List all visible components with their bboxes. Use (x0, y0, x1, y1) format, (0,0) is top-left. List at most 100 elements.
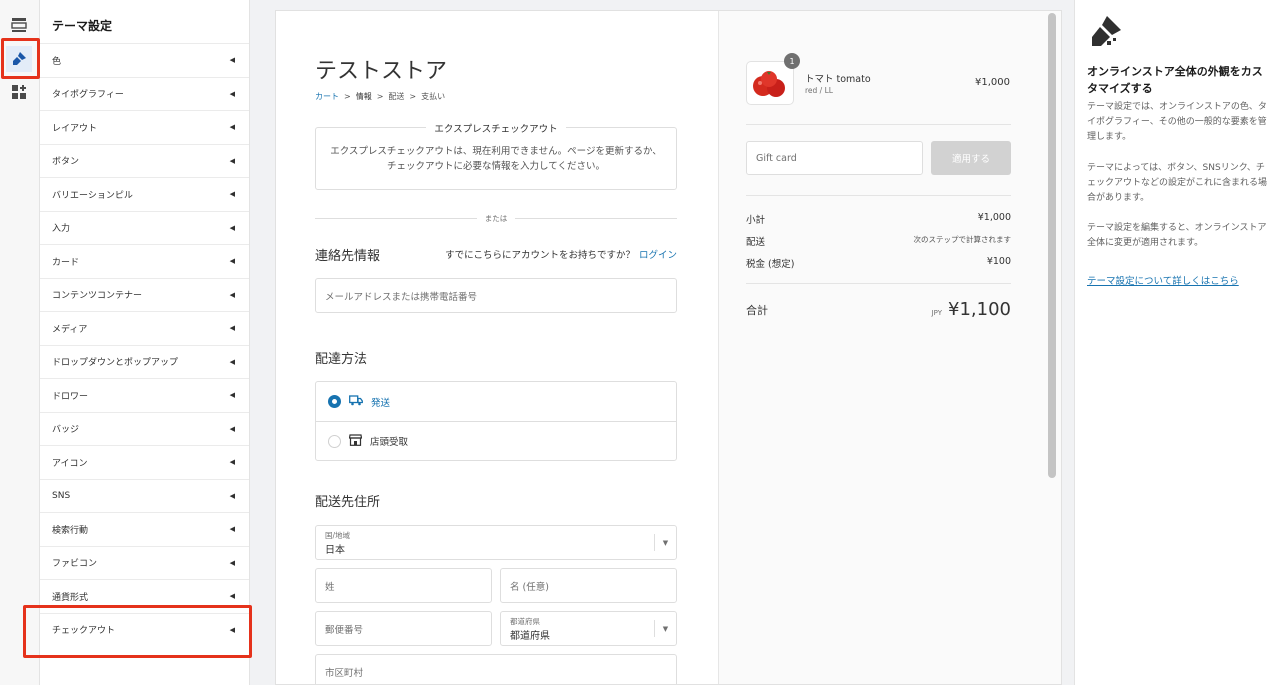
login-link[interactable]: ログイン (639, 250, 677, 261)
radio-selected[interactable] (328, 395, 341, 408)
caret-left-icon: ◀ (229, 592, 235, 601)
preview-scrollbar[interactable] (1048, 13, 1056, 478)
last-name-field[interactable]: 姓 (315, 568, 492, 603)
breadcrumb-payment: 支払い (421, 92, 446, 101)
prefecture-label: 都道府県 (510, 616, 540, 626)
caret-left-icon: ◀ (229, 458, 235, 467)
sidebar-item[interactable]: バリエーションピル ◀ (40, 177, 249, 211)
first-name-field[interactable]: 名 (任意) (500, 568, 677, 603)
sidebar-item-label: SNS (52, 490, 71, 501)
sidebar-item-label: 入力 (52, 224, 71, 235)
shipping-label: 配送 (746, 237, 766, 248)
product-price: ¥1,000 (975, 77, 1010, 88)
caret-left-icon: ◀ (229, 56, 235, 65)
total-row: 合計 JPY ¥1,100 (746, 299, 1011, 320)
divider (746, 283, 1011, 284)
sidebar-item-label: アイコン (52, 458, 88, 469)
sidebar-item-label: 色 (52, 56, 62, 67)
gift-card-field[interactable]: Gift card (746, 141, 923, 175)
delivery-options: 発送 店頭受取 (315, 381, 677, 461)
sidebar-item[interactable]: ボタン ◀ (40, 143, 249, 178)
email-field[interactable]: メールアドレスまたは携帯電話番号 (315, 278, 677, 313)
paint-brush-icon (1087, 14, 1123, 54)
delivery-option-ship[interactable]: 発送 (316, 382, 676, 421)
product-thumbnail: 1 (746, 53, 800, 105)
order-summary: 1 トマト tomato red / LL ¥1,000 Gift card 適… (718, 11, 1061, 684)
breadcrumb-separator-icon: > (344, 92, 351, 101)
sidebar-item[interactable]: ドロップダウンとポップアップ ◀ (40, 344, 249, 379)
store-title: テストストア (315, 59, 448, 84)
city-field[interactable]: 市区町村 (315, 654, 677, 684)
sidebar-item[interactable]: カード ◀ (40, 244, 249, 278)
apply-button[interactable]: 適用する (931, 141, 1011, 175)
sidebar-item[interactable]: 検索行動 ◀ (40, 512, 249, 546)
sidebar-item-label: レイアウト (52, 123, 98, 134)
chevron-down-icon: ▼ (654, 534, 676, 551)
sidebar-item[interactable]: 色 ◀ (40, 43, 249, 77)
divider (746, 124, 1011, 125)
caret-left-icon: ◀ (229, 89, 235, 98)
sidebar-item[interactable]: バッジ ◀ (40, 411, 249, 446)
postal-code-field[interactable]: 郵便番号 (315, 611, 492, 646)
prefecture-select[interactable]: 都道府県 都道府県 ▼ (500, 611, 677, 646)
tax-value: ¥100 (986, 256, 1011, 267)
divider (746, 195, 1011, 196)
caret-left-icon: ◀ (229, 290, 235, 299)
breadcrumb-cart[interactable]: カート (315, 91, 339, 102)
app-blocks-icon[interactable] (6, 79, 32, 105)
address-title: 配送先住所 (315, 495, 381, 510)
country-select[interactable]: 国/地域 日本 ▼ (315, 525, 677, 560)
delivery-option-pickup-label: 店頭受取 (370, 437, 409, 448)
caret-left-icon: ◀ (229, 257, 235, 266)
sections-icon[interactable] (6, 12, 32, 38)
highlight-box-rail (1, 38, 40, 79)
quantity-badge: 1 (784, 53, 800, 69)
sidebar-item[interactable]: コンテンツコンテナー ◀ (40, 277, 249, 312)
sidebar-item-label: ドロップダウンとポップアップ (52, 358, 179, 369)
delivery-option-ship-label: 発送 (371, 397, 391, 409)
theme-settings-sidebar: テーマ設定 色 ◀ タイポグラフィー ◀ レイアウト ◀ ボタン ◀ バリエーションピル ◀ 入力 ◀… (40, 0, 250, 685)
help-paragraph: テーマによっては、ボタン、SNSリンク、チェックアウトなどの設定がこれに含まれる… (1087, 163, 1268, 203)
sidebar-item[interactable]: ドロワー ◀ (40, 378, 249, 412)
sidebar-item[interactable]: タイポグラフィー ◀ (40, 76, 249, 111)
tax-label: 税金 (想定) (746, 259, 795, 270)
tax-row: 税金 (想定) ¥100 (746, 256, 1011, 270)
sidebar-item-label: カード (52, 257, 80, 268)
sidebar-item-label: ボタン (52, 157, 80, 168)
help-title: オンラインストア全体の外観をカスタマイズする (1087, 65, 1263, 95)
delivery-title: 配達方法 (315, 352, 368, 367)
sidebar-item[interactable]: ファビコン ◀ (40, 545, 249, 580)
total-label: 合計 (746, 303, 768, 317)
settings-list: 色 ◀ タイポグラフィー ◀ レイアウト ◀ ボタン ◀ バリエーションピル ◀ 入力 ◀ カード ◀ コン… (40, 43, 249, 646)
caret-left-icon: ◀ (229, 525, 235, 534)
express-checkout-box: エクスプレスチェックアウト エクスプレスチェックアウトは、現在利用できません。ペ… (315, 124, 677, 190)
subtotal-row: 小計 ¥1,000 (746, 212, 1011, 226)
shipping-value: 次のステップで計算されます (913, 235, 1012, 244)
sidebar-item[interactable]: レイアウト ◀ (40, 110, 249, 144)
sidebar-item[interactable]: SNS ◀ (40, 478, 249, 513)
caret-left-icon: ◀ (229, 123, 235, 132)
subtotal-label: 小計 (746, 215, 766, 226)
or-divider: または (315, 212, 677, 224)
breadcrumb-information: 情報 (355, 92, 372, 101)
sidebar-item-label: タイポグラフィー (52, 90, 124, 101)
radio-unselected[interactable] (328, 434, 341, 448)
sidebar-item[interactable]: 入力 ◀ (40, 210, 249, 245)
sidebar-item[interactable]: アイコン ◀ (40, 445, 249, 479)
sidebar-item-label: 検索行動 (52, 525, 89, 536)
shipping-row: 配送 次のステップで計算されます (746, 234, 1011, 248)
caret-left-icon: ◀ (229, 424, 235, 433)
product-variant: red / LL (805, 86, 833, 95)
help-paragraph: テーマ設定では、オンラインストアの色、タイポグラフィー、その他の一般的な要素を管… (1087, 102, 1267, 142)
caret-left-icon: ◀ (229, 190, 235, 199)
delivery-option-pickup[interactable]: 店頭受取 (316, 421, 676, 460)
icon-rail (0, 0, 40, 685)
chevron-down-icon: ▼ (654, 620, 676, 637)
sidebar-item-label: バッジ (52, 425, 80, 436)
help-paragraph: テーマ設定を編集すると、オンラインストア全体に変更が適用されます。 (1087, 223, 1267, 248)
caret-left-icon: ◀ (229, 391, 235, 400)
caret-left-icon: ◀ (229, 558, 235, 567)
caret-left-icon: ◀ (229, 324, 235, 333)
learn-more-link[interactable]: テーマ設定について詳しくはこちら (1087, 273, 1239, 287)
sidebar-item[interactable]: メディア ◀ (40, 311, 249, 345)
